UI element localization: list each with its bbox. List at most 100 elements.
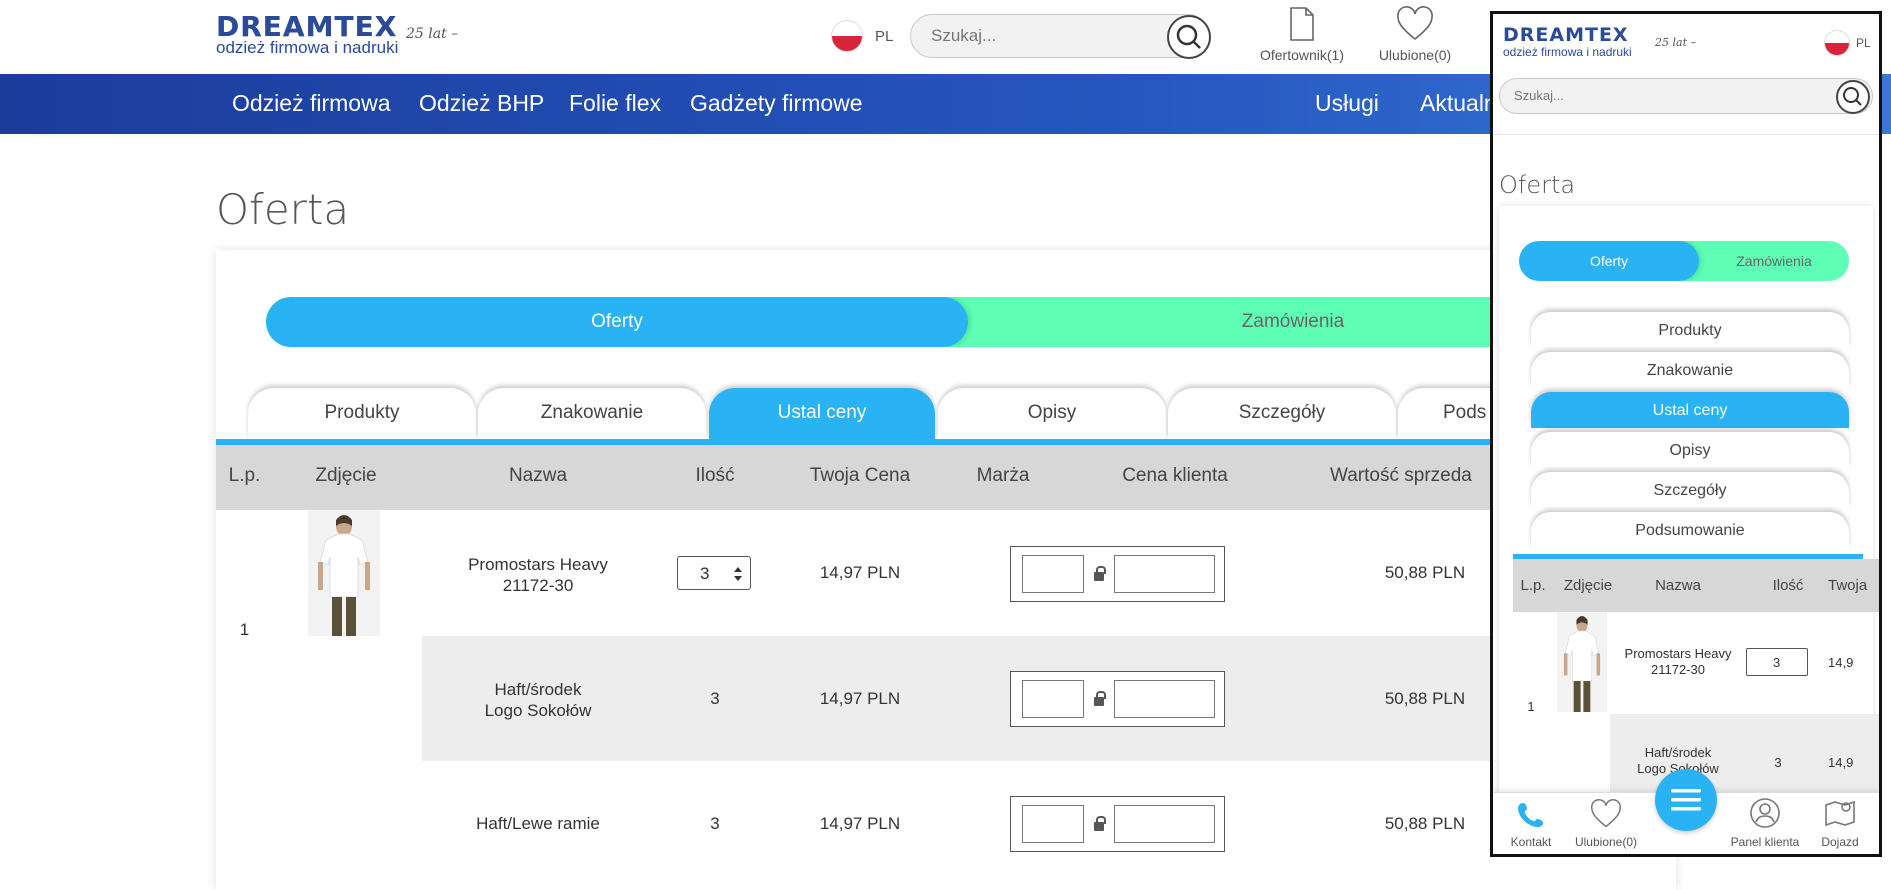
mobile-tab-ustal-ceny[interactable]: Ustal ceny — [1531, 392, 1849, 428]
menu-icon — [1671, 789, 1701, 811]
col-header-client-price: Cena klienta — [1122, 465, 1228, 486]
tab-szczegoly[interactable]: Szczegóły — [1168, 388, 1396, 440]
bottom-nav-panel-label: Panel klienta — [1730, 835, 1800, 849]
tshirt-model-image — [308, 510, 380, 636]
heart-icon — [1397, 6, 1433, 41]
nav-item-odziez-bhp[interactable]: Odzież BHP — [419, 90, 544, 117]
col-header-lp: L.p. — [228, 465, 261, 486]
favorites-link[interactable]: Ulubione(0) — [1370, 6, 1460, 66]
product-name: Promostars Heavy 21172-30 — [468, 555, 608, 595]
flag-pl-icon[interactable] — [831, 20, 863, 52]
marking-name: Haft/środek Logo Sokołów — [484, 680, 592, 720]
mobile-tab-znakowanie[interactable]: Znakowanie — [1531, 352, 1849, 388]
nav-item-aktualnosci[interactable]: Aktualn — [1420, 90, 1497, 117]
mobile-search-button[interactable] — [1836, 80, 1870, 114]
mobile-row-number: 1 — [1527, 699, 1535, 714]
bottom-nav-ulubione[interactable]: Ulubione(0) — [1566, 799, 1646, 849]
bottom-nav-kontakt[interactable]: Kontakt — [1493, 803, 1571, 849]
mobile-flag-pl-icon[interactable] — [1824, 30, 1850, 56]
document-icon — [1290, 7, 1314, 41]
col-header-name: Nazwa — [508, 465, 568, 486]
row-number: 1 — [239, 620, 250, 639]
col-header-margin: Marża — [976, 465, 1030, 486]
ofertownik-link[interactable]: Ofertownik(1) — [1250, 6, 1354, 66]
mobile-search-input[interactable] — [1514, 88, 1814, 103]
lock-icon[interactable] — [1094, 566, 1106, 581]
mobile-quantity-input[interactable]: 3 — [1746, 648, 1808, 676]
nav-item-gadzety[interactable]: Gadżety firmowe — [690, 90, 863, 117]
tshirt-model-image — [1557, 612, 1607, 712]
mobile-search-box — [1499, 78, 1873, 114]
mobile-logo-anniversary: 25 lat – — [1655, 36, 1696, 49]
lock-icon[interactable] — [1094, 691, 1106, 706]
mobile-product-image[interactable] — [1557, 612, 1607, 712]
bottom-nav-dojazd[interactable]: Dojazd — [1805, 800, 1875, 849]
price-editor — [1010, 546, 1225, 602]
mobile-col-your-price: Twoja — [1828, 577, 1868, 594]
mobile-tab-szczegoly[interactable]: Szczegóły — [1531, 472, 1849, 508]
mobile-language-label[interactable]: PL — [1856, 36, 1871, 50]
lock-icon[interactable] — [1094, 816, 1106, 831]
mobile-product-name: Promostars Heavy 21172-30 — [1624, 646, 1732, 677]
logo[interactable]: DREAMTEX odzież firmowa i nadruki 25 lat… — [216, 10, 466, 60]
client-price-input[interactable] — [1114, 680, 1215, 718]
offer-order-toggle: Oferty Zamówienia — [266, 297, 1586, 347]
col-header-sale-value: Wartość sprzeda — [1330, 465, 1472, 486]
marking-qty: 3 — [710, 689, 720, 708]
col-header-your-price: Twoja Cena — [809, 465, 911, 486]
mobile-separator — [1493, 134, 1879, 135]
marking-price: 14,97 PLN — [819, 814, 901, 833]
sale-value: 50,88 PLN — [1384, 563, 1466, 582]
mobile-marking-price: 14,9 — [1828, 755, 1854, 770]
margin-input[interactable] — [1022, 680, 1084, 718]
tab-opisy[interactable]: Opisy — [938, 388, 1166, 440]
logo-anniversary: 25 lat – — [406, 26, 459, 42]
stepper-arrows-icon[interactable] — [732, 564, 744, 584]
bottom-nav-menu-button[interactable] — [1655, 769, 1717, 831]
client-price-input[interactable] — [1114, 805, 1215, 843]
nav-item-odziez-firmowa[interactable]: Odzież firmowa — [232, 90, 390, 117]
quantity-value: 3 — [700, 564, 710, 583]
heart-icon — [1591, 799, 1621, 828]
ofertownik-label: Ofertownik(1) — [1259, 47, 1345, 63]
mobile-page-title: Oferta — [1499, 171, 1576, 199]
price-editor — [1010, 671, 1225, 727]
mobile-tab-produkty[interactable]: Produkty — [1531, 312, 1849, 348]
nav-item-uslugi[interactable]: Usługi — [1315, 90, 1379, 117]
toggle-oferty[interactable]: Oferty — [266, 297, 968, 347]
tab-produkty[interactable]: Produkty — [248, 388, 476, 440]
margin-input[interactable] — [1022, 805, 1084, 843]
nav-item-folie-flex[interactable]: Folie flex — [569, 90, 661, 117]
product-image[interactable] — [308, 510, 380, 636]
col-header-qty: Ilość — [695, 465, 735, 486]
mobile-bottom-nav: Kontakt Ulubione(0) Panel klienta Dojazd — [1493, 769, 1879, 854]
marking-sale-value: 50,88 PLN — [1384, 689, 1466, 708]
mobile-tab-opisy[interactable]: Opisy — [1531, 432, 1849, 468]
favorites-label: Ulubione(0) — [1378, 47, 1452, 63]
quantity-stepper[interactable]: 3 — [677, 556, 751, 590]
mobile-marking-qty: 3 — [1774, 755, 1782, 770]
margin-input[interactable] — [1022, 555, 1084, 593]
bottom-nav-panel-klienta[interactable]: Panel klienta — [1725, 798, 1805, 849]
mobile-toggle-zamowienia[interactable]: Zamówienia — [1699, 241, 1849, 281]
mobile-logo-text[interactable]: DREAMTEX — [1503, 24, 1629, 46]
bottom-nav-ulubione-label: Ulubione(0) — [1574, 835, 1638, 849]
logo-tagline: odzież firmowa i nadruki — [216, 38, 399, 57]
tab-ustal-ceny[interactable]: Ustal ceny — [709, 388, 935, 440]
phone-icon — [1518, 803, 1543, 827]
client-price-input[interactable] — [1114, 555, 1215, 593]
mobile-quantity-value: 3 — [1773, 655, 1781, 670]
search-button[interactable] — [1167, 15, 1211, 59]
mobile-toggle-oferty[interactable]: Oferty — [1519, 241, 1699, 281]
map-icon — [1825, 800, 1855, 827]
user-icon — [1750, 798, 1780, 828]
mobile-your-price: 14,9 — [1828, 655, 1854, 670]
mobile-tab-podsumowanie[interactable]: Podsumowanie — [1531, 512, 1849, 548]
search-input[interactable] — [931, 26, 1151, 46]
bottom-nav-dojazd-label: Dojazd — [1821, 835, 1859, 849]
marking-price: 14,97 PLN — [819, 689, 901, 708]
tab-znakowanie[interactable]: Znakowanie — [478, 388, 706, 440]
bottom-nav-kontakt-label: Kontakt — [1510, 835, 1552, 849]
search-icon — [1843, 87, 1862, 106]
language-label[interactable]: PL — [875, 28, 893, 45]
